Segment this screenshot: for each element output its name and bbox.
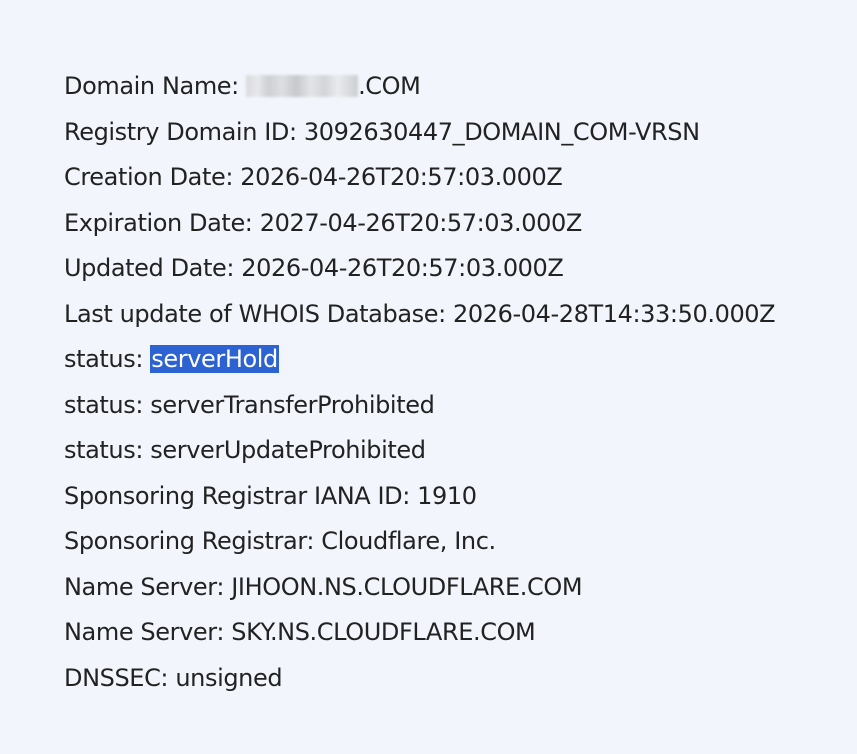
status-line-update-prohibited: status: serverUpdateProhibited [64,436,426,464]
status-line-transfer-prohibited: status: serverTransferProhibited [64,390,435,419]
redacted-domain-blur [246,75,359,97]
status-label: status: [64,345,151,373]
status-line-server-hold: status: serverHold [64,337,844,383]
registry-domain-id-line: Registry Domain ID: 3092630447_DOMAIN_CO… [64,117,700,146]
whois-record: Domain Name: .COM Registry Domain ID: 30… [64,64,844,701]
name-server-line-2: Name Server: SKY.NS.CLOUDFLARE.COM [64,618,536,646]
selected-status-text[interactable]: serverHold [150,345,279,373]
name-server-line-1: Name Server: JIHOON.NS.CLOUDFLARE.COM [64,572,583,601]
updated-date-line: Updated Date: 2026-04-26T20:57:03.000Z [64,254,564,282]
expiration-date-line: Expiration Date: 2027-04-26T20:57:03.000… [64,208,582,237]
dnssec-line: DNSSEC: unsigned [64,663,283,692]
domain-name-label: Domain Name: [64,72,247,100]
registrar-line: Sponsoring Registrar: Cloudflare, Inc. [64,527,496,555]
whois-db-update-line: Last update of WHOIS Database: 2026-04-2… [64,299,776,328]
domain-name-suffix: .COM [358,72,421,100]
creation-date-line: Creation Date: 2026-04-26T20:57:03.000Z [64,163,563,191]
registrar-iana-id-line: Sponsoring Registrar IANA ID: 1910 [64,481,477,510]
domain-name-line: Domain Name: .COM [64,64,844,110]
